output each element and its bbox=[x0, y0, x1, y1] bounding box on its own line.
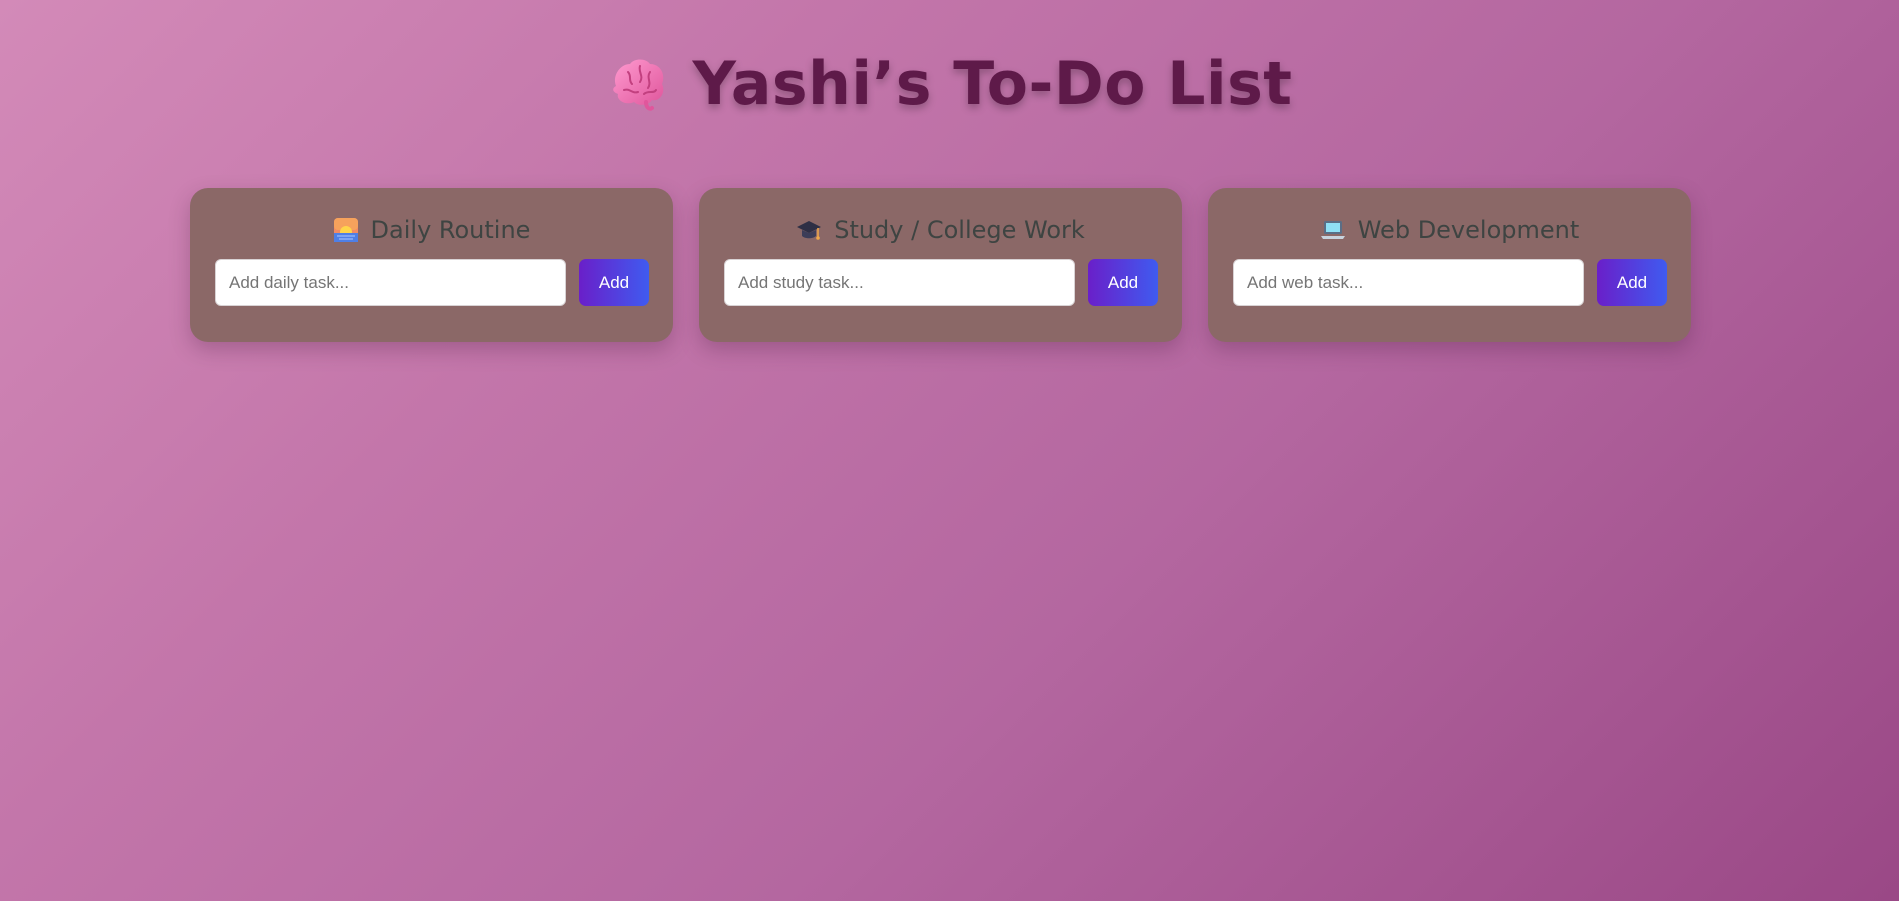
task-cards: Daily Routine Add Study / College Work A… bbox=[190, 188, 1691, 342]
page-title: Yashi’s To-Do List bbox=[692, 49, 1293, 119]
task-input-row: Add bbox=[724, 259, 1158, 306]
card-header: Daily Routine bbox=[190, 216, 673, 244]
graduation-cap-icon bbox=[797, 221, 822, 240]
card-title: Study / College Work bbox=[834, 216, 1085, 244]
sunrise-icon bbox=[333, 218, 358, 242]
add-daily-task-button[interactable]: Add bbox=[579, 259, 649, 306]
card-title: Daily Routine bbox=[370, 216, 531, 244]
daily-task-input[interactable] bbox=[215, 259, 566, 306]
laptop-icon bbox=[1320, 221, 1345, 239]
task-input-row: Add bbox=[215, 259, 649, 306]
card-title: Web Development bbox=[1357, 216, 1580, 244]
page-header: Yashi’s To-Do List bbox=[0, 52, 1899, 116]
card-daily-routine: Daily Routine Add bbox=[190, 188, 673, 342]
task-input-row: Add bbox=[1233, 259, 1667, 306]
web-task-input[interactable] bbox=[1233, 259, 1584, 306]
card-web-development: Web Development Add bbox=[1208, 188, 1691, 342]
card-study-college-work: Study / College Work Add bbox=[699, 188, 1182, 342]
card-header: Study / College Work bbox=[699, 216, 1182, 244]
add-study-task-button[interactable]: Add bbox=[1088, 259, 1158, 306]
card-header: Web Development bbox=[1208, 216, 1691, 244]
add-web-task-button[interactable]: Add bbox=[1597, 259, 1667, 306]
study-task-input[interactable] bbox=[724, 259, 1075, 306]
brain-icon bbox=[613, 59, 664, 111]
